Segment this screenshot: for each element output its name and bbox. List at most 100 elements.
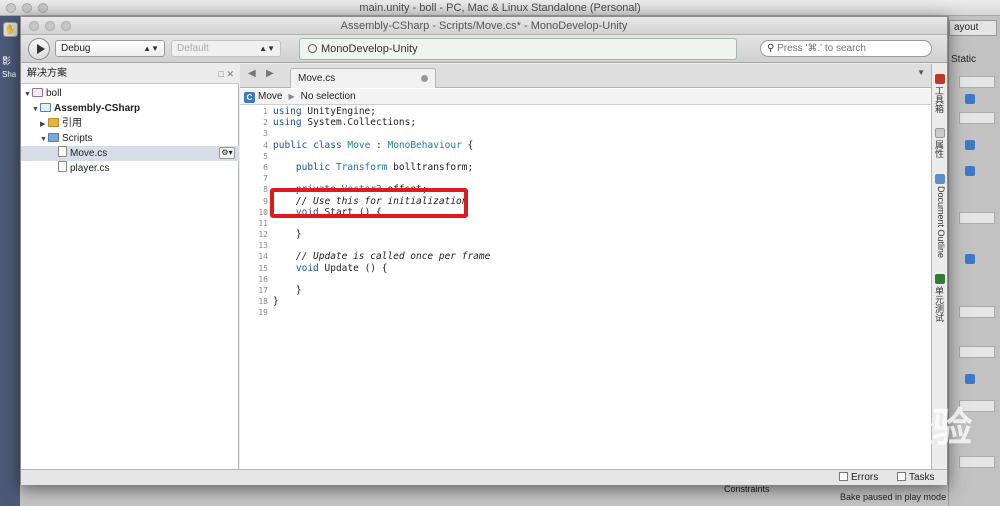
inspector-field[interactable] (959, 76, 995, 88)
tree-item-label: Scripts (62, 133, 93, 144)
minimize-icon[interactable] (22, 3, 32, 13)
tasks-label: Tasks (909, 472, 935, 483)
component-settings-icon[interactable] (965, 94, 975, 104)
unity-window-controls (6, 3, 48, 13)
code-text: public Transform bolltransform; (295, 161, 474, 173)
tree-item-scripts[interactable]: ▼ Scripts (21, 131, 239, 146)
code-text: } (273, 229, 302, 241)
properties-icon (935, 128, 945, 138)
component-settings-icon[interactable] (965, 166, 975, 176)
expand-triangle-icon[interactable]: ▼ (32, 102, 40, 117)
pad-controls[interactable]: □ ✕ (219, 64, 234, 84)
search-box[interactable]: ⚲ (760, 40, 932, 57)
window-title: Assembly-CSharp - Scripts/Move.cs* - Mon… (340, 20, 628, 32)
tree-item-references[interactable]: ▶ 引用 (21, 116, 239, 131)
zoom-icon[interactable] (38, 3, 48, 13)
inspector-field[interactable] (959, 306, 995, 318)
file-icon (58, 146, 67, 157)
tree-item-player-cs[interactable]: player.cs (21, 161, 239, 176)
code-text: using System.Collections; (273, 117, 417, 129)
component-settings-icon[interactable] (965, 140, 975, 150)
path-member[interactable]: No selection (301, 91, 356, 102)
run-button[interactable] (28, 38, 50, 60)
component-settings-icon[interactable] (965, 374, 975, 384)
code-line[interactable]: 16 (240, 274, 935, 285)
watermark-logo: Baidu 经验 (757, 405, 972, 451)
line-number: 5 (263, 151, 268, 161)
line-number: 15 (258, 263, 268, 273)
status-bar: Errors Tasks (21, 469, 947, 485)
tree-item-boll[interactable]: ▼ boll (21, 86, 239, 101)
line-number: 12 (258, 230, 268, 240)
inspector-field[interactable] (959, 212, 995, 224)
code-text: using UnityEngine; (273, 106, 376, 117)
code-line[interactable]: 5 (240, 151, 935, 162)
inspector-field[interactable] (959, 112, 995, 124)
close-icon[interactable] (6, 3, 16, 13)
code-line[interactable]: 11 (240, 218, 935, 229)
dock-tab-unit-tests[interactable]: 单元测试 (934, 286, 946, 322)
code-text: } (273, 296, 279, 308)
dock-tab-document-outline[interactable]: Document Outline (934, 186, 946, 258)
dock-tab-properties[interactable]: 属性 (934, 140, 946, 158)
configuration-select[interactable]: Debug ▲▼ (55, 40, 165, 57)
static-checkbox-label[interactable]: Static (949, 54, 997, 68)
back-arrow-icon[interactable]: ◀ (248, 68, 256, 79)
outline-icon (935, 174, 945, 184)
tree-item-label: boll (46, 88, 62, 99)
gear-icon[interactable]: ⚙▾ (219, 147, 235, 159)
code-line[interactable]: 6 public Transform bolltransform; (240, 162, 935, 173)
code-line[interactable]: 17 } (240, 285, 935, 296)
errors-icon (839, 472, 848, 481)
line-number: 3 (263, 129, 268, 139)
code-line[interactable]: 12 } (240, 229, 935, 240)
window-titlebar: Assembly-CSharp - Scripts/Move.cs* - Mon… (21, 17, 947, 35)
tab-move-cs[interactable]: Move.cs (290, 68, 436, 88)
expand-triangle-icon[interactable]: ▼ (40, 132, 48, 147)
platform-select[interactable]: Default ▲▼ (171, 40, 281, 57)
code-line[interactable]: 15 void Update () { (240, 263, 935, 274)
code-line[interactable]: 19 (240, 307, 935, 318)
toolbox-icon (935, 74, 945, 84)
minimize-icon[interactable] (45, 21, 55, 31)
search-icon: ⚲ (767, 43, 775, 54)
search-input[interactable] (777, 43, 918, 54)
constraints-label[interactable]: Constraints (724, 484, 770, 494)
code-line[interactable]: 18} (240, 296, 935, 307)
tab-close-icon[interactable] (421, 75, 428, 82)
code-line[interactable]: 2 using System.Collections; (240, 117, 935, 128)
code-line[interactable]: 4 public class Move : MonoBehaviour { (240, 140, 935, 151)
tree-item-label: Move.cs (70, 148, 108, 159)
zoom-icon[interactable] (61, 21, 71, 31)
tab-menu-icon[interactable]: ▼ (917, 68, 925, 77)
code-line[interactable]: 14 // Update is called once per frame (240, 251, 935, 262)
tree-item-assembly-csharp[interactable]: ▼ Assembly-CSharp (21, 101, 239, 116)
path-class[interactable]: Move (258, 91, 282, 102)
status-text: MonoDevelop-Unity (321, 43, 418, 55)
line-number: 18 (258, 297, 268, 307)
code-text: public class Move : MonoBehaviour { (273, 139, 474, 151)
tasks-icon (897, 472, 906, 481)
unity-bottom-bar: Constraints Bake paused in play mode (20, 483, 948, 506)
tree-item-move-cs[interactable]: Move.cs ⚙▾ (21, 146, 239, 161)
close-icon[interactable] (29, 21, 39, 31)
code-line[interactable]: 13 (240, 240, 935, 251)
unity-left-panel: ✋ 影 Sha (0, 16, 20, 506)
component-settings-icon[interactable] (965, 254, 975, 264)
dock-tab-toolbox[interactable]: 工具箱 (934, 86, 946, 113)
line-number: 17 (258, 286, 268, 295)
tasks-button[interactable]: Tasks (897, 470, 935, 486)
inspector-field[interactable] (959, 346, 995, 358)
collapse-triangle-icon[interactable]: ▶ (40, 117, 48, 132)
layout-dropdown[interactable]: ayout (949, 20, 997, 36)
code-line[interactable]: 3 (240, 128, 935, 139)
code-line[interactable]: 1 using UnityEngine; (240, 106, 935, 117)
code-line[interactable]: 7 (240, 173, 935, 184)
updown-arrows-icon: ▲▼ (143, 44, 159, 53)
hand-tool-icon[interactable]: ✋ (3, 22, 18, 37)
expand-triangle-icon[interactable]: ▼ (24, 87, 32, 102)
line-number: 4 (263, 140, 268, 150)
errors-button[interactable]: Errors (839, 470, 878, 486)
forward-arrow-icon[interactable]: ▶ (266, 68, 274, 79)
inspector-field[interactable] (959, 456, 995, 468)
